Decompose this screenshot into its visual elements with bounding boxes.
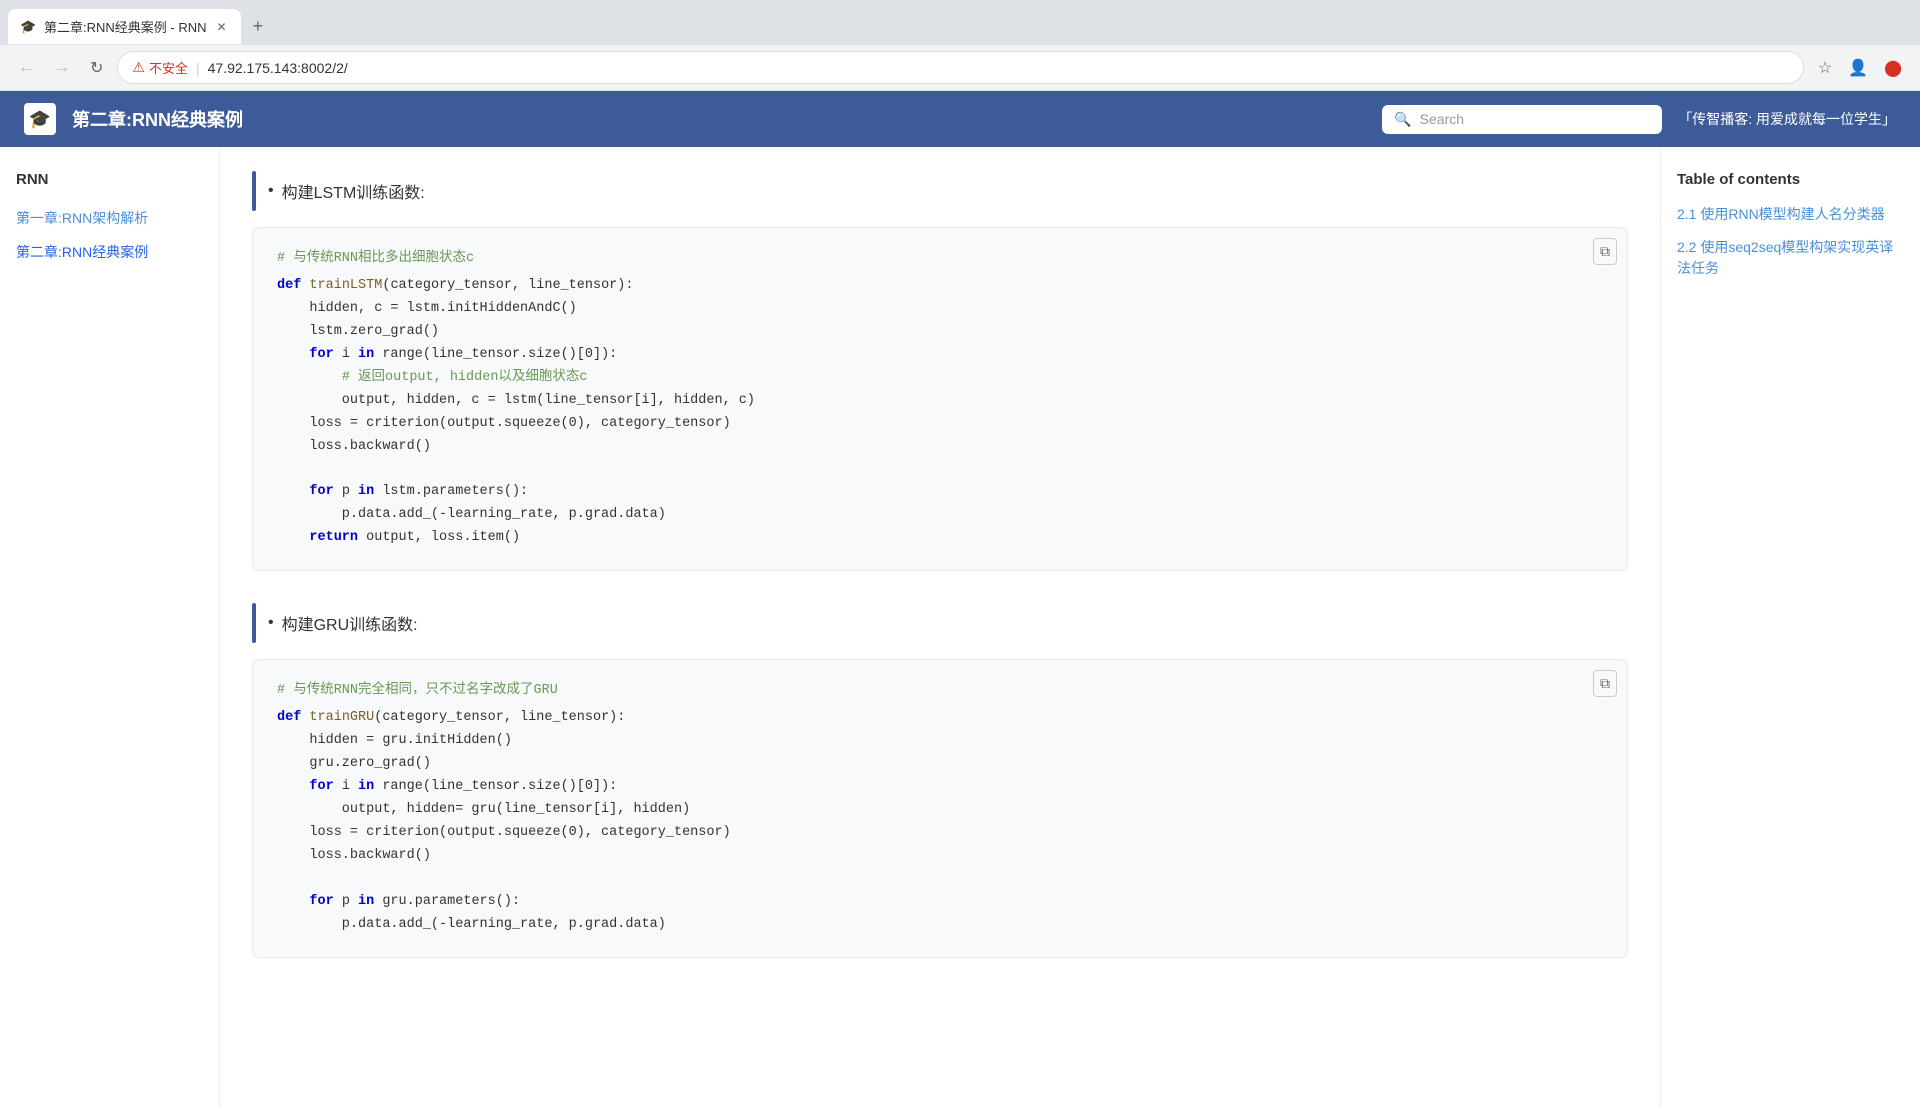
url-text: 47.92.175.143:8002/2/ bbox=[208, 60, 348, 76]
toc-title: Table of contents bbox=[1677, 171, 1904, 188]
bookmark-button[interactable]: ☆ bbox=[1812, 54, 1838, 82]
header-slogan: 「传智播客: 用爱成就每一位学生」 bbox=[1678, 109, 1896, 129]
gru-section-header: • 构建GRU训练函数: bbox=[252, 603, 1628, 643]
toc-item-1[interactable]: 2.1 使用RNN模型构建人名分类器 bbox=[1677, 204, 1904, 225]
sidebar-item-chapter2[interactable]: 第二章:RNN经典案例 bbox=[16, 238, 203, 266]
app-title: 第二章:RNN经典案例 bbox=[72, 106, 1366, 132]
account-button[interactable]: 👤 bbox=[1842, 54, 1874, 82]
tab-favicon: 🎓 bbox=[20, 19, 36, 35]
active-tab[interactable]: 🎓 第二章:RNN经典案例 - RNN ✕ bbox=[8, 9, 241, 44]
warning-icon: ⚠ bbox=[132, 59, 145, 76]
main-content: • 构建LSTM训练函数: ⧉ # 与传统RNN相比多出细胞状态c def tr… bbox=[220, 147, 1660, 1107]
search-input[interactable] bbox=[1420, 111, 1651, 127]
extensions-button[interactable]: ⬤ bbox=[1878, 54, 1908, 82]
section-border bbox=[252, 171, 256, 211]
lstm-comment-text: # 与传统RNN相比多出细胞状态c bbox=[277, 251, 474, 266]
gru-comment-text: # 与传统RNN完全相同，只不过名字改成了GRU bbox=[277, 683, 558, 698]
lstm-bullet-text: 构建LSTM训练函数: bbox=[282, 179, 425, 203]
url-separator: | bbox=[196, 60, 200, 76]
tab-close-button[interactable]: ✕ bbox=[215, 18, 229, 36]
browser-chrome: 🎓 第二章:RNN经典案例 - RNN ✕ + ← → ↻ ⚠ 不安全 | 47… bbox=[0, 0, 1920, 91]
page-layout: RNN 第一章:RNN架构解析 第二章:RNN经典案例 • 构建LSTM训练函数… bbox=[0, 147, 1920, 1107]
app-header: 🎓 第二章:RNN经典案例 🔍 「传智播客: 用爱成就每一位学生」 bbox=[0, 91, 1920, 147]
toc-item-2[interactable]: 2.2 使用seq2seq模型构架实现英译法任务 bbox=[1677, 237, 1904, 279]
tab-bar: 🎓 第二章:RNN经典案例 - RNN ✕ + bbox=[0, 0, 1920, 45]
gru-comment: # 与传统RNN完全相同，只不过名字改成了GRU bbox=[277, 680, 1603, 703]
sidebar: RNN 第一章:RNN架构解析 第二章:RNN经典案例 bbox=[0, 147, 220, 1107]
forward-button[interactable]: → bbox=[48, 55, 76, 81]
app-logo: 🎓 bbox=[24, 103, 56, 135]
sidebar-title: RNN bbox=[16, 171, 203, 188]
toc-panel: Table of contents 2.1 使用RNN模型构建人名分类器 2.2… bbox=[1660, 147, 1920, 1107]
lstm-section-header: • 构建LSTM训练函数: bbox=[252, 171, 1628, 211]
url-bar[interactable]: ⚠ 不安全 | 47.92.175.143:8002/2/ bbox=[117, 51, 1803, 84]
gru-bullet: • 构建GRU训练函数: bbox=[268, 603, 418, 643]
bullet-dot-2: • bbox=[268, 614, 274, 632]
gru-bullet-text: 构建GRU训练函数: bbox=[282, 611, 418, 635]
new-tab-button[interactable]: + bbox=[245, 8, 272, 45]
copy-button-2[interactable]: ⧉ bbox=[1593, 670, 1617, 697]
security-label: 不安全 bbox=[149, 58, 188, 77]
tab-title: 第二章:RNN经典案例 - RNN bbox=[44, 17, 207, 36]
search-icon: 🔍 bbox=[1394, 111, 1411, 128]
logo-icon: 🎓 bbox=[29, 109, 51, 130]
lstm-comment: # 与传统RNN相比多出细胞状态c bbox=[277, 248, 1603, 271]
gru-code-block: ⧉ # 与传统RNN完全相同，只不过名字改成了GRU def trainGRU(… bbox=[252, 659, 1628, 957]
address-bar: ← → ↻ ⚠ 不安全 | 47.92.175.143:8002/2/ ☆ 👤 … bbox=[0, 45, 1920, 90]
security-warning: ⚠ 不安全 bbox=[132, 58, 188, 77]
address-actions: ☆ 👤 ⬤ bbox=[1812, 54, 1908, 82]
gru-code: def trainGRU(category_tensor, line_tenso… bbox=[277, 707, 1603, 936]
lstm-code-block: ⧉ # 与传统RNN相比多出细胞状态c def trainLSTM(catego… bbox=[252, 227, 1628, 571]
lstm-bullet: • 构建LSTM训练函数: bbox=[268, 171, 425, 211]
reload-button[interactable]: ↻ bbox=[84, 54, 109, 82]
back-button[interactable]: ← bbox=[12, 55, 40, 81]
section-border-2 bbox=[252, 603, 256, 643]
search-bar[interactable]: 🔍 bbox=[1382, 105, 1662, 134]
bullet-dot: • bbox=[268, 182, 274, 200]
sidebar-item-chapter1[interactable]: 第一章:RNN架构解析 bbox=[16, 204, 203, 232]
lstm-code: def trainLSTM(category_tensor, line_tens… bbox=[277, 275, 1603, 550]
copy-button-1[interactable]: ⧉ bbox=[1593, 238, 1617, 265]
